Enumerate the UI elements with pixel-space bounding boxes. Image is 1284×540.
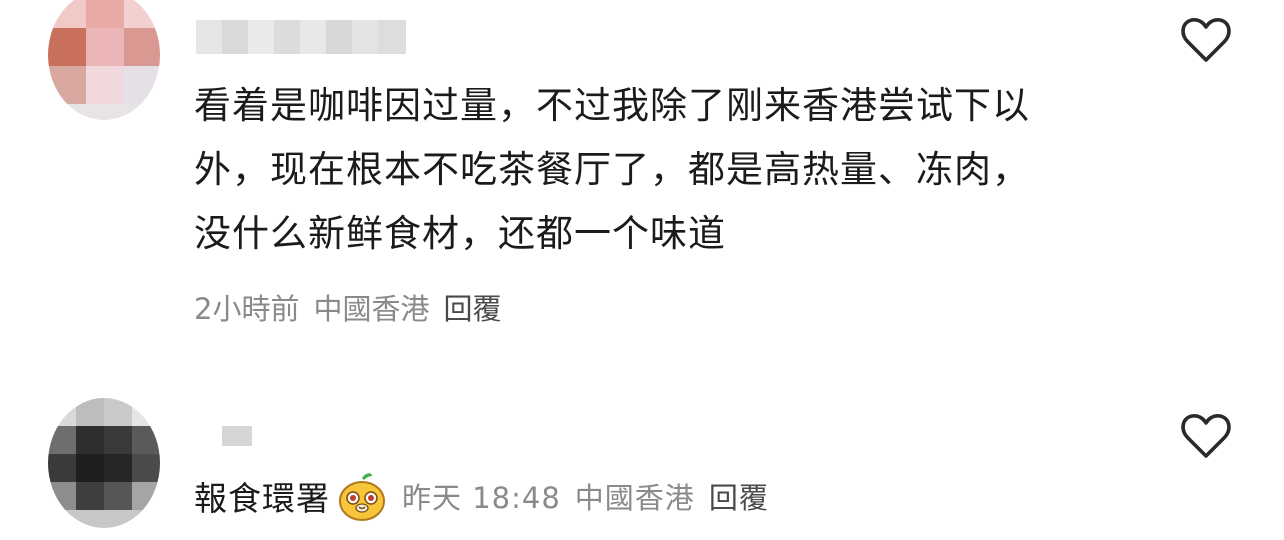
comment-location: 中國香港 [574, 481, 695, 515]
avatar[interactable] [48, 0, 160, 120]
heart-outline-icon[interactable] [1180, 16, 1232, 64]
reply-button[interactable]: 回覆 [443, 286, 501, 328]
pear-face-emoji [339, 473, 385, 521]
username-blurred[interactable] [222, 426, 252, 446]
comment-text: 報食環署 [194, 479, 330, 518]
comment-item: 報食環署 昨天 18:48 中國香港 回覆 [0, 390, 1284, 540]
heart-outline-icon[interactable] [1180, 412, 1232, 460]
reply-button[interactable]: 回覆 [709, 475, 769, 517]
comment-row: 報食環署 昨天 18:48 中國香港 回覆 [194, 470, 783, 522]
comment-location: 中國香港 [313, 292, 430, 326]
comment-time: 昨天 18:48 [402, 481, 561, 515]
comment-time: 2小時前 [194, 292, 300, 326]
comment-meta: 昨天 18:48 中國香港 回覆 [402, 475, 783, 517]
comment-item: 看着是咖啡因过量，不过我除了刚来香港尝试下以 外，现在根本不吃茶餐厅了，都是高热… [0, 0, 1284, 360]
avatar[interactable] [48, 398, 160, 528]
comment-text: 看着是咖啡因过量，不过我除了刚来香港尝试下以 外，现在根本不吃茶餐厅了，都是高热… [194, 84, 1030, 255]
username-blurred[interactable] [196, 20, 406, 54]
comment-meta: 2小時前 中國香港 回覆 [194, 286, 515, 328]
